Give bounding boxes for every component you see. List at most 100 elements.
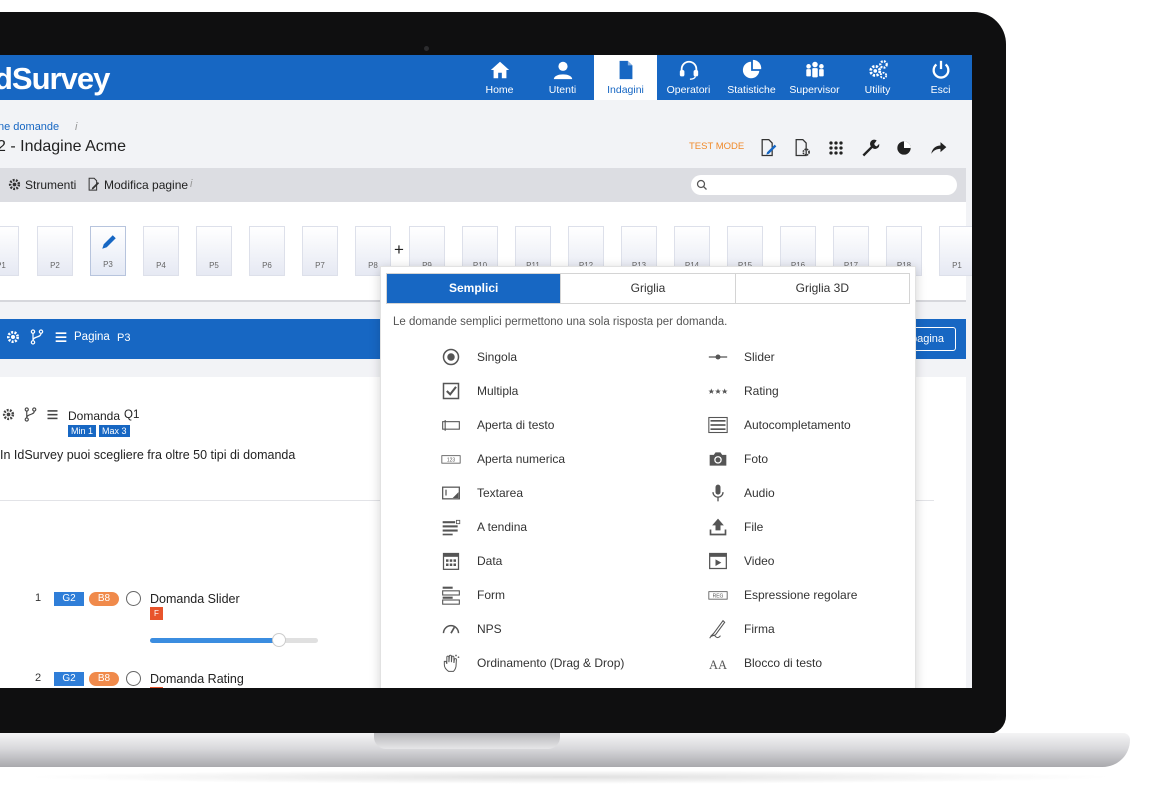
slider-icon	[708, 354, 728, 360]
page-thumb[interactable]: P2	[37, 226, 73, 276]
microphone-icon	[712, 484, 724, 502]
slider-handle[interactable]	[272, 633, 287, 647]
laptop-base	[0, 733, 1130, 767]
type-firma[interactable]: Firma	[707, 618, 775, 640]
gear-icon[interactable]	[5, 329, 21, 345]
power-icon	[932, 60, 949, 79]
page-thumb[interactable]: P4	[143, 226, 179, 276]
page-thumb[interactable]: P6	[249, 226, 285, 276]
page-thumb-active[interactable]: P3	[90, 226, 126, 276]
gear-icon	[8, 178, 21, 191]
type-label: Video	[744, 554, 775, 568]
type-blocco-testo[interactable]: AA Blocco di testo	[707, 652, 822, 674]
tab-griglia[interactable]: Griglia	[561, 274, 736, 303]
form-icon	[442, 586, 460, 605]
grid-menu-button[interactable]	[825, 137, 847, 159]
checkbox-icon	[442, 382, 460, 400]
share-button[interactable]	[927, 137, 949, 159]
type-textarea[interactable]: Textarea	[440, 482, 523, 504]
home-icon	[490, 61, 509, 79]
tab-semplici[interactable]: Semplici	[387, 274, 562, 303]
type-aperta-testo[interactable]: Aperta di testo	[440, 414, 554, 436]
nav-utenti[interactable]: Utenti	[531, 55, 594, 100]
group-tag: G2	[54, 672, 84, 686]
nav-utility[interactable]: Utility	[846, 55, 909, 100]
nav-statistiche[interactable]: Statistiche	[720, 55, 783, 100]
nav-utenti-label: Utenti	[548, 84, 577, 96]
type-label: Data	[477, 554, 503, 568]
group-icon	[805, 61, 824, 78]
type-slider[interactable]: Slider	[707, 346, 775, 368]
modifica-pagine-button[interactable]: Modifica pagine	[86, 177, 188, 192]
search-input[interactable]	[691, 175, 957, 195]
type-foto[interactable]: Foto	[707, 448, 768, 470]
menu-icon[interactable]	[45, 407, 60, 422]
tab-griglia-3d[interactable]: Griglia 3D	[736, 274, 909, 303]
user-icon	[553, 61, 572, 80]
page-thumb[interactable]: P1	[0, 226, 19, 276]
info-icon[interactable]: i	[75, 121, 77, 133]
type-form[interactable]: Form	[440, 584, 505, 606]
type-autocompletamento[interactable]: Autocompletamento	[707, 414, 851, 436]
type-label: Slider	[744, 350, 775, 364]
panel-tabs: Semplici Griglia Griglia 3D	[386, 273, 910, 304]
row-radio[interactable]	[126, 671, 141, 686]
branch-icon[interactable]	[29, 329, 45, 345]
panel-description: Le domande semplici permettono una sola …	[393, 316, 728, 328]
gauge-icon	[442, 624, 460, 634]
type-label: Espressione regolare	[744, 588, 858, 602]
nav-supervisor[interactable]: Supervisor	[783, 55, 846, 100]
type-label: File	[744, 520, 764, 534]
app-logo: dSurvey	[0, 61, 110, 96]
test-mode-link[interactable]: TEST MODE	[689, 141, 744, 152]
menu-icon[interactable]	[53, 329, 69, 345]
type-espressione-regolare[interactable]: REG Espressione regolare	[707, 584, 857, 606]
nav-utility-label: Utility	[864, 84, 891, 96]
type-singola[interactable]: Singola	[440, 346, 517, 368]
document-settings-button[interactable]	[791, 137, 813, 159]
number-input-glyph: 123	[447, 458, 456, 464]
info-icon[interactable]: i	[190, 178, 192, 190]
headset-icon	[679, 60, 698, 80]
branch-icon[interactable]	[23, 407, 38, 422]
nav-home[interactable]: Home	[468, 55, 531, 100]
breadcrumb[interactable]: ne domande	[0, 121, 59, 133]
row-radio[interactable]	[126, 591, 141, 606]
wrench-button[interactable]	[859, 137, 881, 159]
type-file[interactable]: File	[707, 516, 763, 538]
edit-document-button[interactable]	[757, 137, 779, 159]
type-rating[interactable]: Rating	[707, 380, 779, 402]
page-thumb[interactable]: P5	[196, 226, 232, 276]
type-nps[interactable]: NPS	[440, 618, 502, 640]
statistics-button[interactable]	[893, 137, 915, 159]
type-ordinamento[interactable]: Ordinamento (Drag & Drop)	[440, 652, 624, 674]
pie-chart-icon	[897, 141, 911, 155]
nav-operatori-label: Operatori	[666, 84, 711, 96]
type-data[interactable]: Data	[440, 550, 502, 572]
add-page-button[interactable]: +	[394, 240, 404, 260]
textarea-icon	[442, 486, 460, 500]
type-label: Multipla	[477, 384, 519, 398]
nav-statistiche-label: Statistiche	[727, 84, 776, 96]
gear-icon[interactable]	[1, 407, 16, 422]
type-multipla[interactable]: Multipla	[440, 380, 518, 402]
strumenti-button[interactable]: Strumenti	[7, 177, 76, 192]
type-aperta-numerica[interactable]: 123 Aperta numerica	[440, 448, 565, 470]
question-icons	[1, 407, 60, 422]
type-label: Singola	[477, 350, 518, 364]
page-thumb-label: P3	[103, 260, 113, 269]
nav-esci[interactable]: Esci	[909, 55, 972, 100]
upload-icon	[709, 518, 727, 536]
page-thumb[interactable]: P1	[939, 226, 972, 276]
type-video[interactable]: Video	[707, 550, 774, 572]
page-thumb[interactable]: P7	[302, 226, 338, 276]
slider[interactable]	[150, 633, 318, 647]
block-tag: B8	[89, 592, 119, 606]
page-thumb-label: P5	[209, 261, 219, 270]
video-icon	[709, 552, 727, 570]
type-audio[interactable]: Audio	[707, 482, 775, 504]
type-a-tendina[interactable]: A tendina	[440, 516, 527, 538]
page-bar-id: P3	[117, 332, 131, 344]
nav-operatori[interactable]: Operatori	[657, 55, 720, 100]
nav-indagini[interactable]: Indagini	[594, 55, 657, 100]
